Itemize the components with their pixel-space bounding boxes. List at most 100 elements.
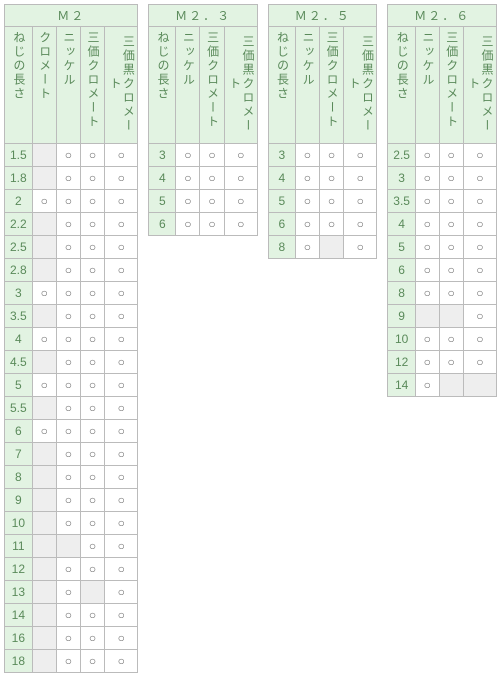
option-cell: [319, 236, 343, 259]
length-cell: 5: [268, 190, 295, 213]
option-cell: ○: [105, 144, 138, 167]
option-cell: ○: [105, 259, 138, 282]
length-cell: 10: [5, 512, 33, 535]
option-cell: ○: [105, 190, 138, 213]
table-row: 5.5○○○: [5, 397, 138, 420]
option-cell: ○: [105, 351, 138, 374]
length-cell: 12: [5, 558, 33, 581]
option-cell: ○: [105, 236, 138, 259]
option-cell: ○: [224, 167, 257, 190]
option-cell: [32, 650, 56, 673]
option-cell: ○: [80, 627, 104, 650]
option-cell: ○: [56, 328, 80, 351]
table-row: 4○○○: [388, 213, 497, 236]
option-cell: ○: [56, 466, 80, 489]
option-cell: ○: [105, 374, 138, 397]
table-row: 6○○○: [388, 259, 497, 282]
option-cell: ○: [80, 512, 104, 535]
length-cell: 3.5: [388, 190, 415, 213]
length-cell: 2: [5, 190, 33, 213]
option-cell: ○: [80, 144, 104, 167]
option-cell: [32, 397, 56, 420]
table-row: 5○○○○: [5, 374, 138, 397]
option-cell: [80, 581, 104, 604]
option-cell: ○: [319, 167, 343, 190]
option-cell: ○: [463, 190, 496, 213]
table-row: 14○: [388, 374, 497, 397]
option-cell: ○: [80, 420, 104, 443]
length-cell: 14: [388, 374, 415, 397]
length-cell: 6: [388, 259, 415, 282]
option-cell: ○: [80, 558, 104, 581]
option-cell: ○: [176, 190, 200, 213]
length-cell: 6: [5, 420, 33, 443]
option-cell: ○: [439, 328, 463, 351]
length-cell: 5: [388, 236, 415, 259]
option-cell: ○: [344, 236, 377, 259]
option-cell: ○: [224, 144, 257, 167]
option-cell: ○: [463, 144, 496, 167]
option-cell: ○: [56, 259, 80, 282]
table-row: 8○○○: [388, 282, 497, 305]
option-cell: ○: [439, 282, 463, 305]
length-cell: 4.5: [5, 351, 33, 374]
option-cell: ○: [415, 190, 439, 213]
option-cell: ○: [56, 305, 80, 328]
table-row: 12○○○: [388, 351, 497, 374]
option-cell: [415, 305, 439, 328]
length-cell: 5.5: [5, 397, 33, 420]
table-row: 10○○○: [5, 512, 138, 535]
option-cell: ○: [56, 236, 80, 259]
option-cell: ○: [415, 374, 439, 397]
option-cell: ○: [80, 374, 104, 397]
header-option: 三価黒クロメート: [224, 27, 257, 144]
option-cell: ○: [295, 213, 319, 236]
table-row: 12○○○: [5, 558, 138, 581]
length-cell: 5: [149, 190, 176, 213]
table-row: 1.5○○○: [5, 144, 138, 167]
option-cell: ○: [105, 558, 138, 581]
length-cell: 9: [5, 489, 33, 512]
option-cell: ○: [176, 144, 200, 167]
option-cell: ○: [56, 558, 80, 581]
table-row: 2.2○○○: [5, 213, 138, 236]
length-cell: 2.5: [388, 144, 415, 167]
header-option: 三価黒クロメート: [105, 27, 138, 144]
option-cell: [32, 144, 56, 167]
tables-wrap: Ｍ２ねじの長さクロメートニッケル三価クロメート三価黒クロメート1.5○○○1.8…: [4, 4, 497, 673]
length-cell: 16: [5, 627, 33, 650]
option-cell: ○: [105, 581, 138, 604]
option-cell: [32, 466, 56, 489]
option-cell: ○: [463, 328, 496, 351]
header-option: 三価クロメート: [319, 27, 343, 144]
table-title: Ｍ２．６: [388, 5, 497, 27]
option-cell: [32, 581, 56, 604]
option-cell: ○: [80, 259, 104, 282]
table-row: 5○○○: [388, 236, 497, 259]
option-cell: ○: [415, 351, 439, 374]
option-cell: ○: [80, 305, 104, 328]
table-row: 2○○○○: [5, 190, 138, 213]
length-cell: 4: [5, 328, 33, 351]
option-cell: ○: [319, 144, 343, 167]
length-cell: 8: [268, 236, 295, 259]
option-cell: [32, 535, 56, 558]
table-row: 8○○: [268, 236, 377, 259]
option-cell: ○: [80, 328, 104, 351]
option-cell: ○: [344, 213, 377, 236]
table-row: 9○○○: [5, 489, 138, 512]
option-cell: ○: [344, 144, 377, 167]
option-cell: [439, 305, 463, 328]
option-cell: ○: [415, 282, 439, 305]
option-cell: ○: [80, 190, 104, 213]
table-row: 4.5○○○: [5, 351, 138, 374]
header-option: 三価クロメート: [439, 27, 463, 144]
length-cell: 3: [149, 144, 176, 167]
length-cell: 1.8: [5, 167, 33, 190]
option-cell: ○: [32, 328, 56, 351]
option-cell: ○: [105, 420, 138, 443]
table-row: 3○○○: [388, 167, 497, 190]
option-cell: [32, 236, 56, 259]
option-cell: ○: [32, 282, 56, 305]
option-cell: ○: [105, 604, 138, 627]
